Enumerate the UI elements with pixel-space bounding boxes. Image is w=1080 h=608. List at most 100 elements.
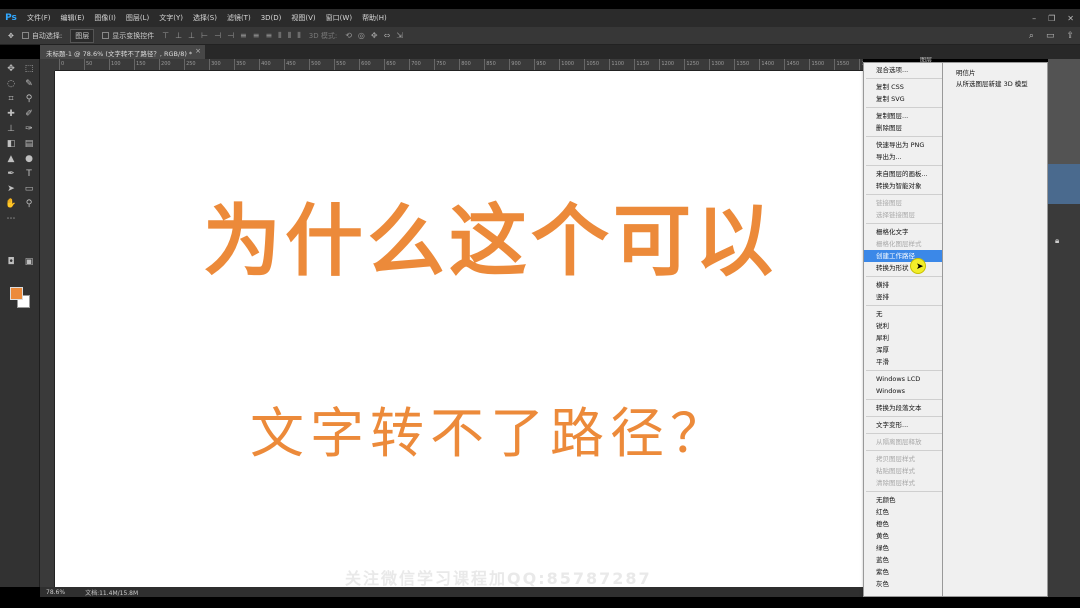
3d-rotate-icon[interactable]: ⟲	[345, 31, 352, 40]
context-menu-item[interactable]: 复制 CSS	[864, 81, 942, 93]
context-menu-item[interactable]: 转换为段落文本	[864, 402, 942, 414]
context-menu-item[interactable]: 混合选项...	[864, 64, 942, 76]
context-menu-item[interactable]: 导出为...	[864, 151, 942, 163]
align-right-icon[interactable]: ⊣	[227, 31, 234, 41]
align-center-icon[interactable]: ⊣	[214, 31, 221, 41]
move-tool-icon[interactable]: ✥	[4, 63, 18, 75]
context-menu-item[interactable]: 锐利	[864, 320, 942, 332]
context-menu-item[interactable]: 栅格化文字	[864, 226, 942, 238]
align-middle-icon[interactable]: ⊥	[175, 31, 182, 41]
context-menu-item[interactable]: 快速导出为 PNG	[864, 139, 942, 151]
shape-tool-icon[interactable]: ▭	[22, 183, 36, 195]
auto-select-dropdown[interactable]: 图层	[70, 28, 95, 43]
menu-help[interactable]: 帮助(H)	[357, 13, 392, 23]
brush-tool-icon[interactable]: ✐	[22, 108, 36, 120]
context-menu-item[interactable]: 来自图层的画板...	[864, 168, 942, 180]
menu-select[interactable]: 选择(S)	[188, 13, 222, 23]
document-tab[interactable]: 未标题-1 @ 78.6% (文字转不了路径？, RGB/8) * ×	[40, 45, 205, 59]
gradient-tool-icon[interactable]: ▤	[22, 138, 36, 150]
context-menu-item[interactable]: 黄色	[864, 530, 942, 542]
quick-select-tool-icon[interactable]: ✎	[22, 78, 36, 90]
context-menu-item[interactable]: 复制图层...	[864, 110, 942, 122]
context-menu-item[interactable]: 犀利	[864, 332, 942, 344]
menu-image[interactable]: 图像(I)	[89, 13, 121, 23]
distribute-middle-icon[interactable]: ≡	[253, 31, 260, 41]
menu-3d[interactable]: 3D(D)	[256, 14, 287, 22]
3d-slide-icon[interactable]: ⇔	[384, 31, 391, 40]
lasso-tool-icon[interactable]: ◌	[4, 78, 18, 90]
context-menu-item[interactable]: 竖排	[864, 291, 942, 303]
context-menu-item[interactable]: 横排	[864, 279, 942, 291]
document-info[interactable]: 文档:11.4M/15.8M	[85, 588, 138, 597]
pen-tool-icon[interactable]: ✒	[4, 168, 18, 180]
close-icon[interactable]: ✕	[1067, 14, 1074, 23]
submenu-item-postcard[interactable]: 明信片	[956, 67, 976, 77]
zoom-tool-icon[interactable]: ⚲	[22, 198, 36, 210]
marquee-tool-icon[interactable]: ⬚	[22, 63, 36, 75]
context-menu-item[interactable]: Windows LCD	[864, 373, 942, 385]
eraser-tool-icon[interactable]: ◧	[4, 138, 18, 150]
restore-icon[interactable]: ❐	[1048, 14, 1055, 23]
share-icon[interactable]: ⇪	[1066, 31, 1074, 41]
context-menu-item[interactable]: 橙色	[864, 518, 942, 530]
search-icon[interactable]: ⌕	[1029, 31, 1034, 41]
screen-mode-icon[interactable]: ▣	[22, 256, 36, 268]
distribute-center-icon[interactable]: ⦀	[288, 31, 292, 41]
menu-edit[interactable]: 编辑(E)	[56, 13, 90, 23]
more-tools-icon[interactable]: ⋯	[4, 213, 18, 225]
context-menu-item[interactable]: 删除图层	[864, 122, 942, 134]
context-menu-item[interactable]: 转换为智能对象	[864, 180, 942, 192]
context-menu-item[interactable]: 紫色	[864, 566, 942, 578]
menu-window[interactable]: 窗口(W)	[321, 13, 357, 23]
align-top-icon[interactable]: ⊤	[162, 31, 169, 41]
context-menu-item[interactable]: 灰色	[864, 578, 942, 590]
document-canvas[interactable]: 为什么这个可以 文字转不了路径？ 关注微信学习课程加QQ:85787287	[55, 71, 863, 587]
path-select-tool-icon[interactable]: ➤	[4, 183, 18, 195]
eyedropper-tool-icon[interactable]: ⚲	[22, 93, 36, 105]
healing-tool-icon[interactable]: ✚	[4, 108, 18, 120]
distribute-bottom-icon[interactable]: ≡	[265, 31, 272, 41]
foreground-color-swatch[interactable]	[10, 287, 23, 300]
context-menu-item[interactable]: Windows	[864, 385, 942, 397]
hand-tool-icon[interactable]: ✋	[4, 198, 18, 210]
show-transform-checkbox[interactable]	[102, 32, 110, 39]
minimize-icon[interactable]: –	[1032, 14, 1036, 23]
menu-view[interactable]: 视图(V)	[286, 13, 320, 23]
submenu-item-new-3d-model[interactable]: 从所选图层新建 3D 模型	[956, 78, 1028, 88]
context-menu-item[interactable]: 创建工作路径	[864, 250, 942, 262]
auto-select-option[interactable]: 自动选择:	[21, 31, 62, 41]
align-bottom-icon[interactable]: ⊥	[188, 31, 195, 41]
zoom-level[interactable]: 78.6%	[46, 589, 65, 596]
context-menu-item[interactable]: 复制 SVG	[864, 93, 942, 105]
context-menu-item[interactable]: 转换为形状	[864, 262, 942, 274]
menu-type[interactable]: 文字(Y)	[154, 13, 188, 23]
3d-pan-icon[interactable]: ✥	[371, 31, 378, 40]
type-tool-icon[interactable]: T	[22, 168, 36, 180]
auto-select-checkbox[interactable]	[21, 32, 29, 39]
context-menu-item[interactable]: 无颜色	[864, 494, 942, 506]
context-menu-item[interactable]: 蓝色	[864, 554, 942, 566]
align-left-icon[interactable]: ⊢	[201, 31, 208, 41]
distribute-top-icon[interactable]: ≡	[240, 31, 247, 41]
selected-layer-row[interactable]	[1048, 164, 1080, 204]
3d-roll-icon[interactable]: ◎	[358, 31, 365, 40]
blur-tool-icon[interactable]: ▲	[4, 153, 18, 165]
menu-filter[interactable]: 滤镜(T)	[222, 13, 256, 23]
context-menu-item[interactable]: 绿色	[864, 542, 942, 554]
quick-mask-icon[interactable]: ◘	[4, 256, 18, 268]
show-transform-option[interactable]: 显示变换控件	[102, 31, 154, 41]
menu-file[interactable]: 文件(F)	[22, 13, 56, 23]
move-tool-icon[interactable]: ✥	[8, 32, 14, 40]
stamp-tool-icon[interactable]: ⊥	[4, 123, 18, 135]
context-menu-item[interactable]: 平滑	[864, 356, 942, 368]
distribute-left-icon[interactable]: ⦀	[278, 31, 282, 41]
crop-tool-icon[interactable]: ⌗	[4, 93, 18, 105]
workspace-icon[interactable]: ▭	[1046, 31, 1055, 41]
menu-layer[interactable]: 图层(L)	[121, 13, 154, 23]
context-menu-item[interactable]: 文字变形...	[864, 419, 942, 431]
context-menu-item[interactable]: 无	[864, 308, 942, 320]
distribute-right-icon[interactable]: ⦀	[297, 31, 301, 41]
context-menu-item[interactable]: 红色	[864, 506, 942, 518]
3d-scale-icon[interactable]: ⇲	[396, 31, 403, 40]
dodge-tool-icon[interactable]: ●	[22, 153, 36, 165]
